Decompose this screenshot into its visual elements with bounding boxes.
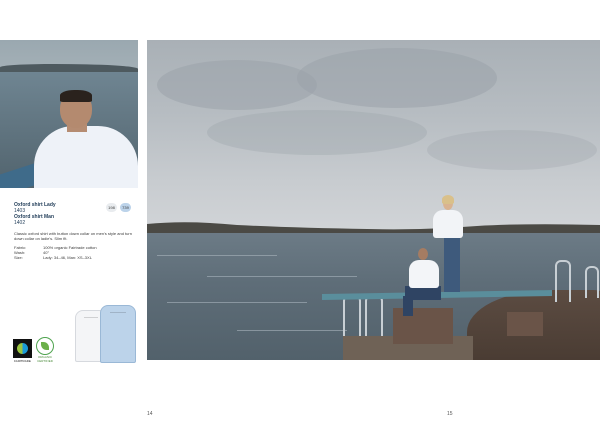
organic-label: ORGANIC CERTIFIED <box>37 355 53 363</box>
product-description: Classic oxford shirt with button down co… <box>14 231 132 241</box>
fairtrade-logo-icon: FAIRTRADE <box>13 339 32 363</box>
spec-key: Size: <box>14 255 23 260</box>
page-number-right: 15 <box>447 411 453 417</box>
product-code-man: 1402 <box>14 220 26 226</box>
spec-row: Size: Lady: 34–46, Man: XS–3XL <box>14 255 136 260</box>
product-specs: Fabric: 100% organic Fairtrade cotton Wa… <box>14 245 136 260</box>
color-chip[interactable]: 739 <box>120 203 131 212</box>
landscape-photo <box>147 40 600 360</box>
color-chips: 198 739 <box>106 203 131 212</box>
fairtrade-label: FAIRTRADE <box>14 359 31 363</box>
blue-shirt-image <box>100 305 136 363</box>
organic-certified-icon <box>36 337 54 355</box>
color-chip[interactable]: 198 <box>106 203 117 212</box>
spec-value: 100% organic Fairtrade cotton <box>43 245 97 250</box>
page-number-left: 14 <box>147 411 153 417</box>
portrait-photo <box>0 40 138 188</box>
spec-value: Lady: 34–46, Man: XS–3XL <box>43 255 92 260</box>
